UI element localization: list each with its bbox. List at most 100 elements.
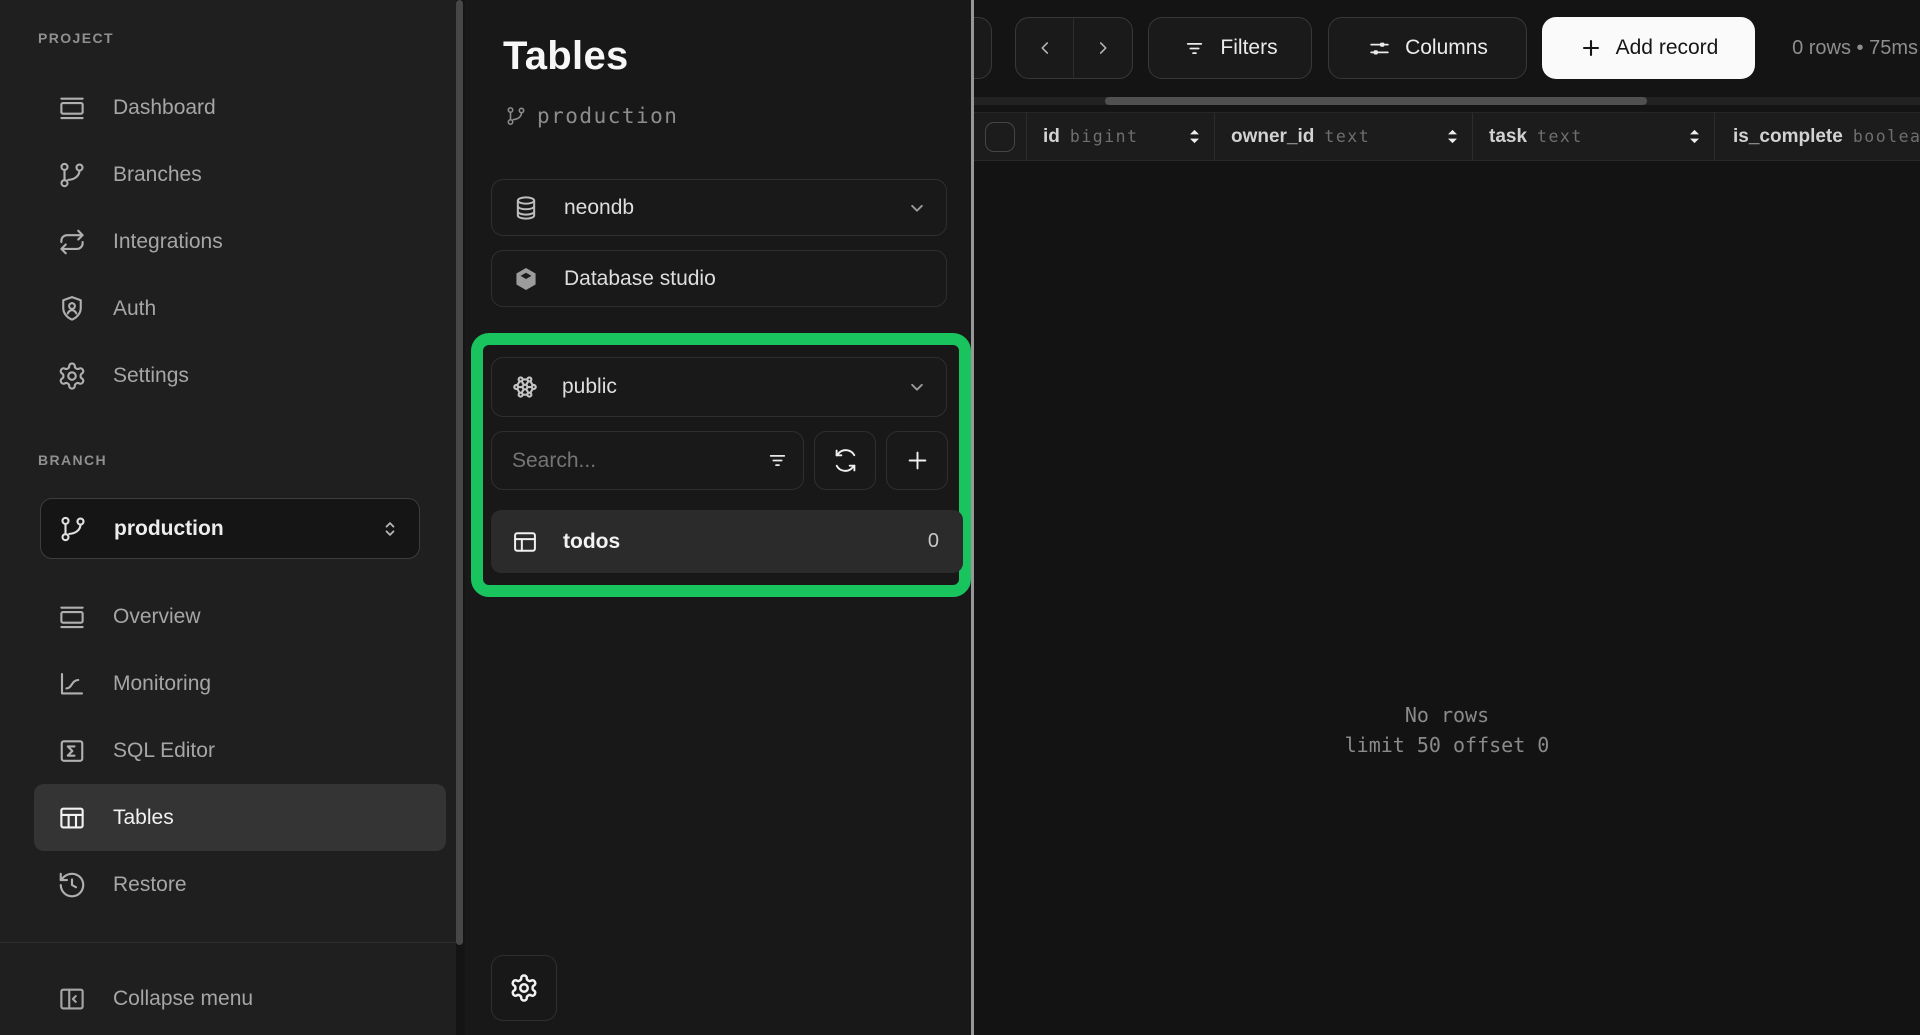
project-nav: Dashboard Branches Integrations Auth — [0, 74, 452, 409]
filter-icon[interactable] — [765, 448, 790, 473]
filters-label: Filters — [1220, 36, 1277, 60]
git-branch-icon — [57, 160, 87, 190]
highlight-box: public — [471, 333, 971, 597]
git-branch-icon — [58, 514, 88, 544]
columns-label: Columns — [1405, 36, 1488, 60]
sidebar-item-dashboard[interactable]: Dashboard — [0, 74, 452, 141]
table-icon — [57, 803, 87, 833]
filters-button[interactable]: Filters — [1148, 17, 1312, 79]
sidebar-item-sql-editor[interactable]: SQL Editor — [0, 717, 452, 784]
column-header-id[interactable]: id bigint — [1027, 113, 1215, 160]
sidebar-item-tables[interactable]: Tables — [34, 784, 446, 851]
database-selector[interactable]: neondb — [491, 179, 947, 236]
add-record-button[interactable]: Add record — [1542, 17, 1755, 79]
sidebar-item-overview[interactable]: Overview — [0, 583, 452, 650]
refresh-button[interactable] — [814, 431, 876, 490]
sliders-icon — [1367, 36, 1392, 61]
column-type: boolean — [1853, 127, 1920, 146]
add-record-label: Add record — [1616, 36, 1719, 60]
pagination-control — [1015, 17, 1133, 79]
auth-shield-icon — [57, 294, 87, 324]
schema-selector[interactable]: public — [491, 357, 947, 417]
sidebar-item-label: Overview — [113, 605, 201, 629]
search-box — [491, 431, 804, 490]
collapse-menu-label: Collapse menu — [113, 987, 253, 1011]
gear-icon — [509, 973, 539, 1003]
panel-resize-handle[interactable] — [971, 0, 974, 1035]
column-name: task — [1489, 126, 1527, 148]
search-input[interactable] — [491, 431, 804, 490]
sidebar-item-monitoring[interactable]: Monitoring — [0, 650, 452, 717]
refresh-icon — [832, 447, 859, 474]
header-checkbox-cell — [974, 113, 1027, 160]
integrations-icon — [57, 227, 87, 257]
branch-selector[interactable]: production — [40, 498, 420, 559]
table-list-item-todos[interactable]: todos 0 — [491, 510, 963, 573]
column-name: is_complete — [1733, 126, 1843, 148]
project-section-label: PROJECT — [38, 30, 114, 46]
chevron-down-icon — [904, 195, 930, 221]
chevron-left-icon — [1034, 37, 1056, 59]
panel-settings-button[interactable] — [491, 955, 557, 1021]
sidebar-item-settings[interactable]: Settings — [0, 342, 452, 409]
history-icon — [57, 870, 87, 900]
sidebar-item-integrations[interactable]: Integrations — [0, 208, 452, 275]
select-all-checkbox[interactable] — [985, 122, 1015, 152]
column-header-owner-id[interactable]: owner_id text — [1215, 113, 1473, 160]
sort-icon[interactable] — [1188, 129, 1201, 144]
column-type: text — [1537, 127, 1583, 146]
sql-editor-icon — [57, 736, 87, 766]
prev-page-button[interactable] — [1016, 18, 1074, 78]
chart-icon — [57, 669, 87, 699]
database-selector-value: neondb — [564, 196, 880, 220]
empty-state: No rows limit 50 offset 0 — [974, 700, 1920, 760]
data-grid-panel: Filters Columns Add record 0 rows • 75ms — [974, 0, 1920, 1035]
scrollbar-thumb[interactable] — [1105, 97, 1647, 105]
table-search-row — [491, 431, 951, 490]
overview-icon — [57, 602, 87, 632]
sidebar-item-label: Branches — [113, 163, 202, 187]
horizontal-scrollbar[interactable] — [974, 97, 1920, 105]
sidebar-divider — [0, 942, 456, 943]
dashboard-icon — [57, 93, 87, 123]
table-icon — [511, 528, 539, 556]
sidebar-item-label: Tables — [113, 806, 174, 830]
sidebar-item-label: Integrations — [113, 230, 223, 254]
cut-off-button[interactable] — [974, 17, 992, 79]
sidebar-item-label: Monitoring — [113, 672, 211, 696]
collapse-menu-button[interactable]: Collapse menu — [0, 966, 456, 1032]
grid-body: No rows limit 50 offset 0 — [974, 162, 1920, 1035]
panel-branch-name: production — [537, 104, 678, 128]
row-count-status: 0 rows • 75ms — [1792, 17, 1918, 79]
sort-icon[interactable] — [1688, 129, 1701, 144]
sidebar-item-branches[interactable]: Branches — [0, 141, 452, 208]
chevron-up-down-icon — [377, 516, 403, 542]
branch-selector-value: production — [114, 517, 351, 541]
column-name: id — [1043, 126, 1060, 148]
table-row-count: 0 — [928, 530, 939, 553]
column-header-task[interactable]: task text — [1473, 113, 1715, 160]
sidebar-scrollbar[interactable] — [456, 0, 463, 945]
project-sidebar: PROJECT Dashboard Branches Integrations — [0, 0, 456, 1035]
sidebar-item-restore[interactable]: Restore — [0, 851, 452, 918]
sidebar-item-label: Dashboard — [113, 96, 216, 120]
columns-button[interactable]: Columns — [1328, 17, 1527, 79]
sidebar-item-auth[interactable]: Auth — [0, 275, 452, 342]
tables-panel: Tables production neondb Database studio — [465, 0, 971, 1035]
next-page-button[interactable] — [1074, 18, 1132, 78]
add-table-button[interactable] — [886, 431, 948, 490]
grid-toolbar: Filters Columns Add record 0 rows • 75ms — [974, 17, 1920, 79]
panel-branch: production — [505, 104, 678, 128]
database-studio-label: Database studio — [564, 267, 930, 291]
branch-nav: Overview Monitoring SQL Editor Tables — [0, 583, 452, 918]
branch-section-label: BRANCH — [38, 452, 107, 468]
sidebar-item-label: Auth — [113, 297, 156, 321]
sort-icon[interactable] — [1446, 129, 1459, 144]
grid-header-row: id bigint owner_id text task text — [974, 112, 1920, 161]
cube-icon — [512, 265, 540, 293]
column-header-is-complete[interactable]: is_complete boolean — [1715, 113, 1920, 160]
column-type: bigint — [1070, 127, 1139, 146]
plus-icon — [904, 447, 931, 474]
database-studio-button[interactable]: Database studio — [491, 250, 947, 307]
filter-icon — [1182, 36, 1207, 61]
